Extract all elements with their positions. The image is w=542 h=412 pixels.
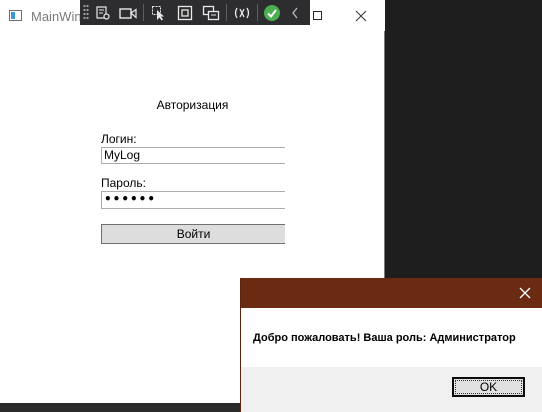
select-element-icon[interactable] xyxy=(148,2,170,23)
message-box-titlebar[interactable] xyxy=(241,278,542,308)
close-icon xyxy=(355,10,367,22)
track-focus-icon[interactable] xyxy=(200,2,222,23)
background-strip xyxy=(0,403,240,412)
window-close-button[interactable] xyxy=(350,5,372,27)
password-label: Пароль: xyxy=(101,176,146,190)
ok-button-label: OK xyxy=(479,380,498,394)
close-icon xyxy=(519,287,531,299)
window-title: MainWin xyxy=(31,9,82,24)
live-visual-tree-icon[interactable] xyxy=(92,2,114,23)
toolbar-separator xyxy=(226,4,227,21)
collapse-chevron-icon[interactable] xyxy=(284,2,306,23)
display-layout-adorners-icon[interactable] xyxy=(174,2,196,23)
binding-failures-check-icon[interactable] xyxy=(261,2,283,23)
toolbar-separator xyxy=(257,4,258,21)
message-box: Добро пожаловать! Ваша роль: Администрат… xyxy=(240,278,542,412)
camera-icon[interactable] xyxy=(117,2,139,23)
grip-icon[interactable] xyxy=(83,4,89,20)
toolbar-separator xyxy=(143,4,144,21)
message-box-content: Добро пожаловать! Ваша роль: Администрат… xyxy=(241,308,542,367)
login-label: Логин: xyxy=(101,132,137,146)
message-text: Добро пожаловать! Ваша роль: Администрат… xyxy=(253,332,516,344)
ok-button[interactable]: OK xyxy=(452,377,525,397)
xaml-debug-toolbar xyxy=(80,0,310,25)
login-button[interactable]: Войти xyxy=(101,224,285,244)
auth-heading: Авторизация xyxy=(156,98,229,112)
app-window-icon xyxy=(9,10,22,21)
message-box-close-button[interactable] xyxy=(518,286,532,300)
login-input[interactable]: MyLog xyxy=(101,147,285,164)
main-window-titlebar[interactable]: MainWin xyxy=(0,0,385,31)
hot-reload-icon[interactable] xyxy=(231,2,253,23)
maximize-button[interactable] xyxy=(313,11,322,20)
password-input[interactable]: •••••• xyxy=(101,191,285,209)
